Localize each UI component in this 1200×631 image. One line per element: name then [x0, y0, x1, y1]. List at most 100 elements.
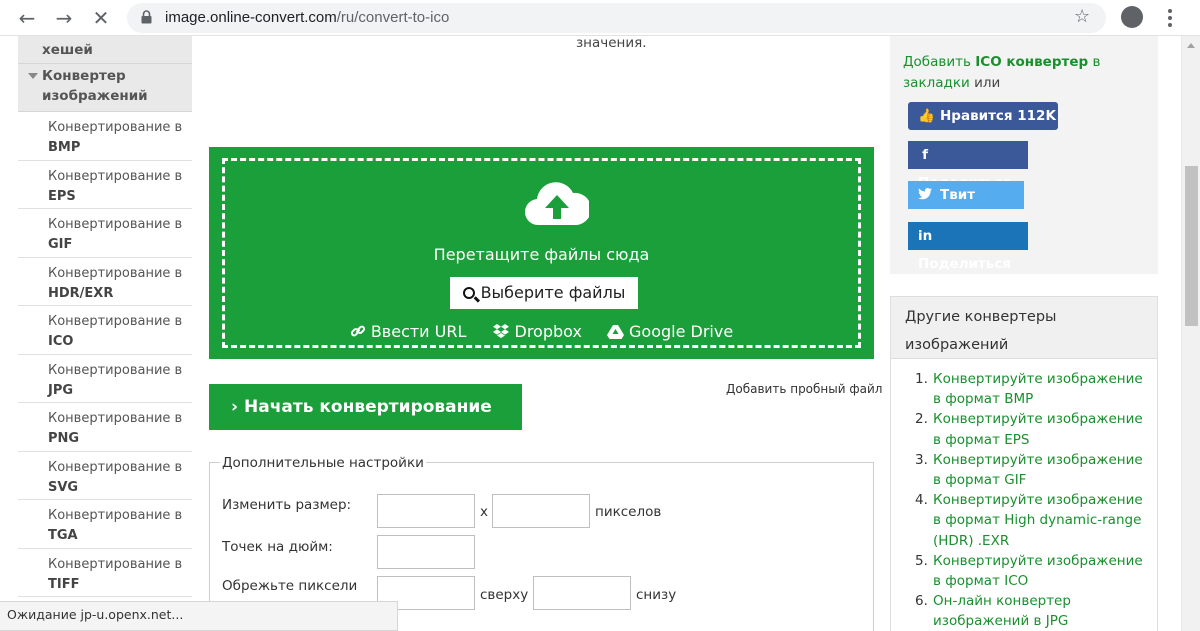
bookmark-star-icon[interactable]: ☆	[1074, 6, 1090, 27]
sidebar-item-jpg[interactable]: Конвертирование в JPG	[18, 354, 192, 403]
sidebar-item-label: Конвертирование в	[48, 217, 183, 232]
stop-loading-icon[interactable]: ✕	[88, 6, 114, 30]
enter-url-label: Ввести URL	[370, 322, 467, 341]
sidebar-item-format: EPS	[48, 188, 76, 204]
resize-label: Изменить размер:	[222, 497, 352, 513]
sidebar-group-hashes[interactable]: хешей	[18, 36, 192, 64]
scrollbar-thumb[interactable]	[1185, 166, 1198, 326]
resize-height-input[interactable]	[492, 494, 590, 528]
linkedin-share-button[interactable]: in Поделиться	[908, 222, 1028, 272]
dropbox-label: Dropbox	[514, 322, 582, 341]
twitter-tweet-button[interactable]: Твит	[908, 181, 1024, 209]
status-bubble: Ожидание jp-u.openx.net...	[0, 601, 398, 631]
vertical-scrollbar[interactable]	[1181, 36, 1200, 631]
list-number: 6.	[915, 593, 928, 610]
sidebar-item-gif[interactable]: Конвертирование в GIF	[18, 209, 192, 258]
sidebar-group-label: Конвертер изображений	[42, 68, 148, 104]
sidebar-item-png[interactable]: Конвертирование в PNG	[18, 403, 192, 452]
other-converter-label: Конвертируйте изображение в формат High …	[933, 492, 1143, 549]
linkedin-share-label: Поделиться	[918, 256, 1012, 272]
sidebar-item-format: GIF	[48, 237, 73, 252]
crop-bottom-input[interactable]	[533, 576, 631, 610]
other-converter-link[interactable]: 4. Конвертируйте изображение в формат Hig…	[915, 490, 1149, 551]
sidebar-item-hdr-exr[interactable]: Конвертирование в HDR/EXR	[18, 257, 192, 306]
choose-files-label: Выберите файлы	[480, 283, 626, 302]
sidebar-item-format: PNG	[48, 431, 80, 446]
sidebar-item-eps[interactable]: Конвертирование в EPS	[18, 160, 192, 209]
other-converters-title: Другие конвертеры изображений	[891, 297, 1157, 359]
sidebar-item-label: Конвертирование в	[48, 120, 183, 135]
dpi-input[interactable]	[377, 535, 475, 569]
other-converters-box: Другие конвертеры изображений 1. Конверти…	[890, 296, 1158, 631]
list-number: 3.	[915, 451, 928, 468]
sidebar-item-format: TIFF	[48, 576, 80, 592]
linkedin-icon: in	[918, 228, 933, 244]
sidebar-item-format: HDR/EXR	[48, 285, 114, 301]
url-text: image.online-convert.com/ru/convert-to-i…	[165, 9, 450, 26]
file-drop-zone[interactable]: Перетащите файлы сюда Выберите файлы Вве…	[209, 147, 874, 359]
chevron-right-icon: ›	[231, 397, 239, 417]
bookmark-converter-name[interactable]: ICO конвертер	[975, 54, 1088, 70]
back-arrow-icon[interactable]: ←	[14, 6, 40, 30]
facebook-icon: f	[922, 147, 928, 163]
crop-bottom-label: снизу	[636, 587, 677, 603]
source-links: Ввести URL Dropbox Google Drive	[225, 322, 858, 341]
dropbox-link[interactable]: Dropbox	[492, 322, 582, 341]
other-converter-label: Конвертируйте изображение в формат EPS	[933, 411, 1143, 448]
sidebar-item-label: Конвертирование в	[48, 314, 183, 329]
sidebar-item-label: Конвертирование в	[48, 362, 183, 378]
resize-width-input[interactable]	[377, 494, 475, 528]
dropbox-icon	[492, 324, 509, 338]
search-icon	[462, 287, 475, 299]
sidebar-item-label: Конвертирование в	[48, 508, 183, 523]
sidebar-item-format: TGA	[48, 528, 78, 543]
list-number: 4.	[915, 492, 928, 509]
sidebar-item-tga[interactable]: Конвертирование в TGA	[18, 500, 192, 549]
account-avatar-icon[interactable]	[1121, 6, 1143, 28]
sidebar-item-label: Конвертирование в	[48, 459, 183, 475]
other-converter-link[interactable]: 6. Он-лайн конвертер изображений в JPG	[915, 591, 1149, 631]
sidebar-item-format: JPG	[48, 382, 74, 398]
sidebar-item-format: BMP	[48, 140, 81, 155]
collapse-triangle-icon	[28, 73, 38, 79]
add-sample-file-link[interactable]: Добавить пробный файл	[726, 382, 882, 396]
sidebar-item-label: Конвертирование в	[48, 265, 183, 281]
sidebar-item-label: Конвертирование в	[48, 168, 183, 184]
other-converter-link[interactable]: 1. Конвертируйте изображение в формат BMP	[915, 369, 1149, 409]
other-converter-link[interactable]: 3. Конвертируйте изображение в формат GIF	[915, 450, 1149, 490]
drag-files-text: Перетащите файлы сюда	[433, 245, 650, 264]
start-conversion-label: Начать конвертирование	[244, 397, 492, 417]
other-converter-link[interactable]: 2. Конвертируйте изображение в формат EPS	[915, 409, 1149, 449]
crop-top-label: сверху	[480, 587, 529, 603]
thumbs-up-icon: 👍	[918, 108, 935, 124]
bookmark-prefix: Добавить	[903, 54, 971, 70]
google-drive-link[interactable]: Google Drive	[607, 322, 733, 341]
sidebar-item-tiff[interactable]: Конвертирование в TIFF	[18, 548, 192, 597]
sidebar-item-ico[interactable]: Конвертирование в ICO	[18, 306, 192, 355]
other-converter-link[interactable]: 5. Конвертируйте изображение в формат ICO	[915, 551, 1149, 591]
start-conversion-button[interactable]: › Начать конвертирование	[209, 384, 522, 430]
sidebar-item-svg[interactable]: Конвертирование в SVG	[18, 451, 192, 500]
browser-toolbar: ← → ✕ image.online-convert.com/ru/conver…	[0, 0, 1200, 36]
facebook-share-button[interactable]: fПоделиться	[908, 141, 1028, 191]
lock-icon	[141, 10, 152, 24]
forward-arrow-icon[interactable]: →	[51, 6, 77, 30]
sidebar-group-image-converter[interactable]: Конвертер изображений	[18, 64, 192, 112]
sidebar-item-bmp[interactable]: Конвертирование в BMP	[18, 112, 192, 161]
twitter-bird-icon	[918, 188, 932, 200]
other-converter-label: Конвертируйте изображение в формат ICO	[933, 552, 1143, 590]
sidebar: хешей Конвертер изображений Конвертирова…	[18, 36, 192, 597]
enter-url-link[interactable]: Ввести URL	[350, 322, 467, 341]
sidebar-item-format: SVG	[48, 479, 79, 495]
dpi-label: Точек на дюйм:	[222, 539, 333, 555]
other-converters-list: 1. Конвертируйте изображение в формат BMP…	[891, 359, 1157, 631]
choose-files-button[interactable]: Выберите файлы	[450, 277, 638, 309]
sidebar-item-label: Конвертирование в	[48, 411, 183, 426]
menu-dots-icon[interactable]	[1162, 6, 1178, 28]
scroll-up-arrow-icon[interactable]	[1187, 43, 1195, 48]
like-label: Нравится 112K	[940, 108, 1056, 124]
facebook-like-button[interactable]: 👍 Нравится 112K	[908, 102, 1058, 130]
sidebar-group-label: хешей	[42, 42, 93, 58]
google-drive-icon	[607, 325, 625, 339]
address-bar[interactable]: image.online-convert.com/ru/convert-to-i…	[127, 3, 1106, 33]
